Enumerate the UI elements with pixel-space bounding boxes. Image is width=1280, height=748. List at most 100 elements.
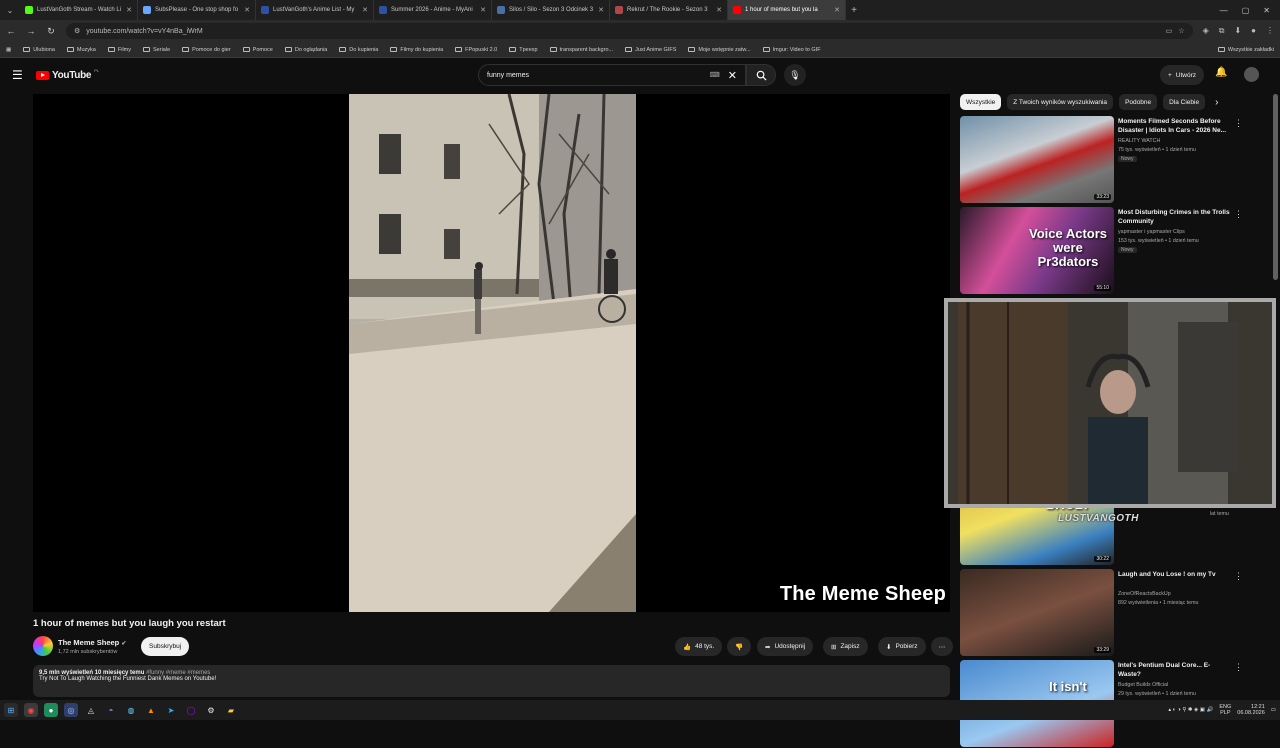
recommendation-item[interactable]: Voice Actors were Pr3dators 55:10 Most Dis… [960,207,1245,295]
reload-icon[interactable]: ↻ [46,26,56,37]
notifications-bell-icon[interactable]: 🔔 [1215,67,1227,78]
url-field[interactable]: ⚙ youtube.com/watch?v=vY4nBa_iWrM ▭ ☆ [66,23,1193,39]
app-icon[interactable]: ⚙ [204,703,218,717]
bookmark-item[interactable]: FPopuski 2.0 [455,47,497,53]
tab-close-icon[interactable]: ✕ [598,6,604,14]
chips-next-icon[interactable]: › [1215,97,1218,108]
extensions-puzzle-icon[interactable]: ⧉ [1219,26,1225,36]
new-tab-button[interactable]: + [846,5,862,16]
bookmark-item[interactable]: Seriale [143,47,170,53]
description-box[interactable]: 9,5 mln wyświetleń 10 miesięcy temu #fun… [33,665,950,697]
tab-close-icon[interactable]: ✕ [244,6,250,14]
menu-dots-icon[interactable]: ⋮ [1266,26,1274,36]
recommendation-channel[interactable]: ZoneOfReactsBackUp [1118,591,1171,597]
bookmark-star-icon[interactable]: ☆ [1178,27,1184,35]
site-info-icon[interactable]: ⚙ [74,27,80,35]
save-button[interactable]: ⊞ Zapisz [823,637,868,656]
download-button[interactable]: ⬇ Pobierz [878,637,926,656]
filter-chip[interactable]: Podobne [1119,94,1158,110]
download-icon[interactable]: ⬇ [1234,26,1241,36]
bookmark-item[interactable]: Just Anime GIFS [625,47,676,53]
notification-icon[interactable]: ▭ [1271,707,1276,713]
recommendation-title[interactable]: Most Disturbing Crimes in the Trolls Com… [1118,209,1230,226]
start-icon[interactable]: ⊞ [4,703,18,717]
account-avatar[interactable] [1244,67,1259,82]
vpn-icon[interactable]: ◬ [84,703,98,717]
tab-close-icon[interactable]: ✕ [126,6,132,14]
create-button[interactable]: + Utwórz [1160,65,1205,85]
back-icon[interactable]: ← [6,26,16,36]
minimize-icon[interactable]: — [1220,6,1228,15]
keyboard-icon[interactable]: ⌨ [710,71,720,79]
recommendation-title[interactable]: Moments Filmed Seconds Before Disaster |… [1118,118,1230,135]
browser-tab[interactable]: LustVanGoth's Anime List - My ✕ [256,0,374,20]
recommendation-thumbnail[interactable]: 33:23 [960,116,1114,203]
more-vert-icon[interactable]: ⋮ [1234,118,1243,129]
recommendation-title[interactable]: Intel's Pentium Dual Core... E-Waste? [1118,662,1230,679]
more-vert-icon[interactable]: ⋮ [1234,662,1243,673]
tray-icons[interactable]: ▴ ◐ ◑ ⚲ ✱ ◈ ▣ 🔊 [1168,707,1213,713]
like-button[interactable]: 👍 48 tys. [675,637,723,656]
voice-search-button[interactable]: 🎙 [784,64,806,86]
subscribe-button[interactable]: Subskrybuj [141,637,190,656]
spotify-icon[interactable]: ● [44,703,58,717]
cast-icon[interactable]: ▭ [1166,27,1173,35]
more-vert-icon[interactable]: ⋮ [1234,571,1243,582]
bookmark-item[interactable]: Pomoce [242,47,273,53]
maximize-icon[interactable]: ▢ [1242,6,1250,15]
tab-search-icon[interactable]: ⌄ [0,0,20,20]
language-indicator[interactable]: ENG PLP [1219,704,1231,716]
menu-hamburger-icon[interactable]: ☰ [12,68,32,82]
close-window-icon[interactable]: ✕ [1263,6,1270,15]
obs-icon[interactable]: ◯ [184,703,198,717]
filter-chip[interactable]: Wszystkie [960,94,1002,110]
browser-icon[interactable]: ◎ [64,703,78,717]
bookmark-item[interactable]: Do kupienia [339,47,378,53]
browser-tab[interactable]: LustVanGoth Stream - Watch Li ✕ [20,0,138,20]
bookmark-item[interactable]: Filmy [107,47,131,53]
tab-close-icon[interactable]: ✕ [834,6,840,14]
more-actions-button[interactable]: ⋯ [931,637,953,656]
search-input[interactable]: funny memes ⌨ ✕ [478,64,746,86]
share-button[interactable]: ➦ Udostępnij [757,637,814,656]
channel-avatar[interactable] [33,636,53,656]
bookmark-item[interactable]: Filmy do kupienia [390,47,443,53]
forward-icon[interactable]: → [26,26,36,36]
more-vert-icon[interactable]: ⋮ [1234,209,1243,220]
apps-grid-icon[interactable]: ▦ [6,47,11,53]
dislike-button[interactable]: 👎 [727,637,751,656]
tab-close-icon[interactable]: ✕ [362,6,368,14]
clock[interactable]: 12:21 06.08.2026 [1237,704,1265,717]
channel-name[interactable]: The Meme Sheep ✔ [58,638,126,647]
vlc-icon[interactable]: ▲ [144,703,158,717]
discord-icon[interactable]: ◓ [104,703,118,717]
bookmark-item[interactable]: Do oglądania [284,47,327,53]
recommendation-title[interactable]: Laugh and You Lose ! on my Tv [1118,571,1230,580]
profile-icon[interactable]: ● [1251,26,1256,36]
all-bookmarks[interactable]: Wszystkie zakładki [1217,47,1274,53]
bookmark-item[interactable]: Ulubiona [23,47,55,53]
recommendation-item[interactable]: 33:23 Moments Filmed Seconds Before Disas… [960,116,1245,204]
chrome-icon[interactable]: ◉ [24,703,38,717]
tab-close-icon[interactable]: ✕ [480,6,486,14]
page-scrollbar[interactable] [1273,94,1278,280]
bookmark-item[interactable]: transparent backgro... [549,47,613,53]
browser-tab[interactable]: 1 hour of memes but you la ✕ [728,0,846,20]
recommendation-item[interactable]: 33:29 Laugh and You Lose ! on my Tv ZoneOf… [960,569,1245,657]
recommendation-thumbnail[interactable]: Voice Actors were Pr3dators 55:10 [960,207,1114,294]
video-player[interactable]: The Meme Sheep [33,94,950,612]
recommendation-channel[interactable]: REALITY WATCH [1118,138,1160,144]
extension-icon[interactable]: ◈ [1203,26,1209,36]
bookmark-item[interactable]: Tpeexp [509,47,538,53]
youtube-logo[interactable]: YouTube PL [36,68,99,81]
browser-tab[interactable]: SubsPlease - One stop shop fo ✕ [138,0,256,20]
filter-chip[interactable]: Dla Ciebie [1163,94,1206,110]
browser-tab[interactable]: Silos / Silo - Sezon 3 Odcinek 3 ✕ [492,0,610,20]
bookmark-item[interactable]: Moje wstępnie zatw... [688,47,751,53]
browser-tab[interactable]: Summer 2026 - Anime - MyAni ✕ [374,0,492,20]
bookmark-item[interactable]: Muzyka [66,47,96,53]
file-explorer-icon[interactable]: ▰ [224,703,238,717]
clear-search-icon[interactable]: ✕ [728,69,737,82]
search-button[interactable] [746,64,776,86]
recommendation-channel[interactable]: yapmaster i yapmaster Clips [1118,229,1185,235]
